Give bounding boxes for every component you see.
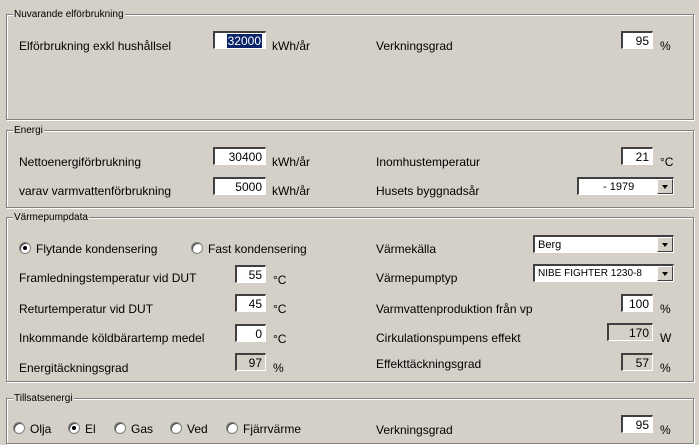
radio-wood[interactable]: Ved — [170, 422, 208, 436]
hotwater-input[interactable]: 5000 — [213, 177, 266, 195]
circ-pump-unit: W — [660, 331, 672, 345]
consumption-input[interactable]: 32000 — [213, 31, 266, 49]
indoor-temp-unit: °C — [660, 155, 674, 169]
radio-label: Flytande kondensering — [36, 242, 158, 256]
group-title: Nuvarande elförbrukning — [13, 8, 125, 21]
build-year-select[interactable]: - 1979 — [577, 177, 674, 195]
radio-label: Olja — [30, 422, 52, 436]
heat-source-label: Värmekälla — [376, 242, 437, 256]
chevron-down-icon[interactable] — [657, 179, 673, 194]
circ-pump-label: Cirkulationspumpens effekt — [376, 331, 521, 345]
return-temp-unit: °C — [273, 302, 287, 316]
hotwater-label: varav varmvattenförbrukning — [19, 184, 172, 198]
group-supplementary: Tillsatsenergi — [6, 392, 694, 444]
net-energy-label: Nettoenergiförbrukning — [19, 155, 142, 169]
efficiency-label: Verkningsgrad — [376, 39, 453, 53]
return-temp-label: Returtemperatur vid DUT — [19, 302, 154, 316]
heatpump-type-select[interactable]: NIBE FIGHTER 1230-8 — [533, 264, 674, 282]
flow-temp-unit: °C — [273, 273, 287, 287]
net-energy-unit: kWh/år — [272, 155, 311, 169]
build-year-value: - 1979 — [603, 181, 635, 193]
group-title: Värmepumpdata — [13, 211, 89, 224]
flow-temp-input[interactable]: 55 — [235, 265, 266, 283]
group-title: Tillsatsenergi — [13, 392, 74, 405]
radio-unselected-icon — [191, 242, 203, 254]
energy-coverage-value: 97 — [235, 353, 266, 371]
group-title: Energi — [13, 124, 44, 137]
supplementary-efficiency-input[interactable]: 95 — [621, 415, 653, 433]
chevron-down-icon[interactable] — [657, 266, 673, 281]
supplementary-efficiency-label: Verkningsgrad — [376, 423, 453, 437]
consumption-label: Elförbrukning exkl hushållsel — [19, 39, 172, 53]
return-temp-input[interactable]: 45 — [235, 294, 266, 312]
hotwater-unit: kWh/år — [272, 184, 311, 198]
radio-unselected-icon — [13, 422, 25, 434]
indoor-temp-input[interactable]: 21 — [621, 147, 653, 165]
energy-coverage-unit: % — [273, 361, 284, 375]
efficiency-unit: % — [660, 39, 671, 53]
brine-temp-unit: °C — [273, 332, 287, 346]
heatpump-type-value: NIBE FIGHTER 1230-8 — [538, 268, 642, 279]
efficiency-input[interactable]: 95 — [621, 31, 653, 49]
radio-label: Fjärrvärme — [243, 422, 302, 436]
brine-temp-label: Inkommande köldbärartemp medel — [19, 331, 205, 345]
hotwater-production-unit: % — [660, 302, 671, 316]
radio-label: Fast kondensering — [208, 242, 307, 256]
radio-oil[interactable]: Olja — [13, 422, 51, 436]
heatpump-type-label: Värmepumptyp — [376, 271, 458, 285]
radio-district-heating[interactable]: Fjärrvärme — [226, 422, 301, 436]
radio-selected-icon — [68, 422, 80, 434]
supplementary-efficiency-unit: % — [660, 423, 671, 437]
radio-unselected-icon — [226, 422, 238, 434]
radio-floating-condensing[interactable]: Flytande kondensering — [19, 242, 157, 256]
consumption-unit: kWh/år — [272, 39, 311, 53]
circ-pump-value: 170 — [607, 323, 653, 341]
radio-selected-icon — [19, 242, 31, 254]
radio-fixed-condensing[interactable]: Fast kondensering — [191, 242, 307, 256]
radio-electric[interactable]: El — [68, 422, 96, 436]
radio-unselected-icon — [114, 422, 126, 434]
power-coverage-value: 57 — [621, 353, 653, 371]
radio-label: Gas — [131, 422, 154, 436]
radio-label: Ved — [187, 422, 208, 436]
hotwater-production-input[interactable]: 100 — [621, 294, 653, 312]
heat-source-value: Berg — [538, 239, 562, 251]
net-energy-input[interactable]: 30400 — [213, 147, 266, 165]
indoor-temp-label: Inomhustemperatur — [376, 155, 481, 169]
chevron-down-icon[interactable] — [657, 237, 673, 252]
brine-temp-input[interactable]: 0 — [235, 324, 266, 342]
build-year-label: Husets byggnadsår — [376, 184, 480, 198]
radio-gas[interactable]: Gas — [114, 422, 153, 436]
flow-temp-label: Framledningstemperatur vid DUT — [19, 271, 197, 285]
consumption-value: 32000 — [226, 34, 262, 48]
group-current-consumption: Nuvarande elförbrukning — [6, 8, 694, 120]
energy-coverage-label: Energitäckningsgrad — [19, 361, 129, 375]
hotwater-production-label: Varmvattenproduktion från vp — [376, 302, 533, 316]
power-coverage-unit: % — [660, 361, 671, 375]
heat-source-select[interactable]: Berg — [533, 235, 674, 253]
radio-unselected-icon — [170, 422, 182, 434]
power-coverage-label: Effekttäckningsgrad — [376, 357, 482, 371]
radio-label: El — [85, 422, 96, 436]
